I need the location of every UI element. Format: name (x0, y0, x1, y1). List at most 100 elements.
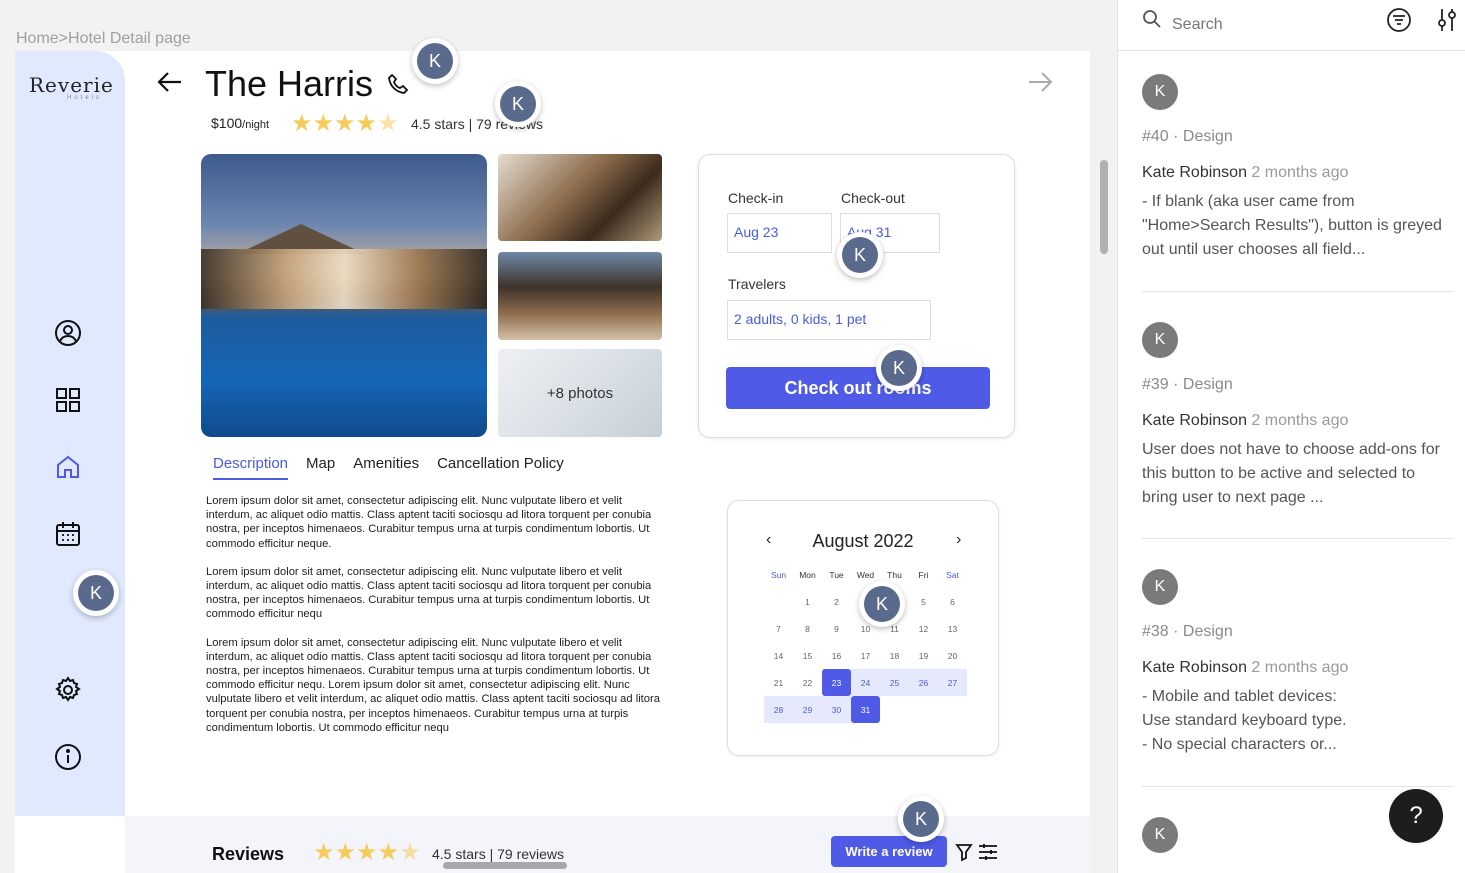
tab-description[interactable]: Description (213, 455, 289, 480)
calendar-empty-cell (938, 696, 967, 723)
comment-item[interactable]: K #39 · Design Kate Robinson 2 months ag… (1142, 322, 1454, 510)
chevron-right-icon[interactable]: › (956, 531, 961, 549)
weekday-label: Mon (799, 569, 816, 580)
booking-card: Check-in Check-out Aug 23 Aug 31 Travele… (698, 154, 1015, 438)
calendar-grid: SunMonTueWedThuFriSat1234567891011121314… (764, 561, 967, 723)
comment-pin[interactable]: K (876, 345, 922, 391)
comment-author-line: Kate Robinson 2 months ago (1142, 412, 1454, 430)
description-paragraph: Lorem ipsum dolor sit amet, consectetur … (206, 495, 652, 550)
calendar-day[interactable]: 19 (909, 642, 938, 669)
price-value: $100 (211, 115, 243, 131)
calendar-day[interactable]: 29 (793, 696, 822, 723)
avatar: K (417, 43, 453, 79)
hotel-photo-room-view[interactable] (498, 252, 662, 340)
comment-pin[interactable]: K (73, 570, 119, 616)
reviews-star-rating: ★ ★ ★ ★ ★ (313, 841, 421, 865)
calendar-empty-cell (909, 696, 938, 723)
calendar-day[interactable]: 21 (764, 669, 793, 696)
star-icon: ★ (334, 839, 357, 866)
forward-arrow-icon[interactable] (1025, 67, 1055, 102)
hotel-photo-bedroom[interactable] (498, 154, 662, 241)
calendar-day[interactable]: 20 (938, 642, 967, 669)
calendar-day[interactable]: 14 (764, 642, 793, 669)
calendar-day[interactable]: 28 (764, 696, 793, 723)
photo-building-shape (201, 249, 487, 309)
calendar-day[interactable]: 25 (880, 669, 909, 696)
avatar: K (1142, 74, 1178, 110)
calendar-day[interactable]: 17 (851, 642, 880, 669)
calendar-day[interactable]: 27 (938, 669, 967, 696)
vertical-scrollbar[interactable] (1100, 160, 1108, 254)
grid-icon[interactable] (53, 385, 83, 415)
filter-list-icon[interactable] (1386, 7, 1412, 38)
help-button[interactable]: ? (1389, 789, 1443, 843)
comment-pin[interactable]: K (859, 581, 905, 627)
search-input[interactable] (1172, 10, 1372, 40)
write-review-button[interactable]: Write a review (831, 836, 947, 867)
calendar-day[interactable]: 22 (793, 669, 822, 696)
comment-author: Kate Robinson (1142, 412, 1247, 429)
calendar-day[interactable]: 8 (793, 615, 822, 642)
logo: Reverie (29, 73, 114, 97)
divider (1142, 538, 1454, 539)
calendar-day[interactable]: 13 (938, 615, 967, 642)
home-icon[interactable] (53, 452, 83, 482)
comment-pin[interactable]: K (898, 796, 944, 842)
calendar-day[interactable]: 26 (909, 669, 938, 696)
hotel-detail-frame: Reverie Hotels The Harris $100/night ★ ★… (15, 51, 1090, 873)
reviews-title: Reviews (212, 844, 285, 864)
calendar-day[interactable]: 9 (822, 615, 851, 642)
phone-icon[interactable] (387, 73, 409, 100)
calendar-icon[interactable] (53, 519, 83, 549)
hotel-main-photo[interactable] (201, 154, 487, 437)
profile-icon[interactable] (53, 318, 83, 348)
comment-author: Kate Robinson (1142, 164, 1247, 181)
calendar-day[interactable]: 16 (822, 642, 851, 669)
check-out-rooms-button[interactable]: Check out rooms (726, 367, 990, 409)
travelers-field[interactable]: 2 adults, 0 kids, 1 pet (727, 300, 931, 340)
avatar: K (500, 86, 536, 122)
tab-amenities[interactable]: Amenities (353, 455, 419, 480)
horizontal-scrollbar[interactable] (443, 862, 567, 869)
sliders-vertical-icon[interactable] (1436, 7, 1458, 38)
calendar-day[interactable]: 7 (764, 615, 793, 642)
comment-pin[interactable]: K (495, 81, 541, 127)
comment-time: 2 months ago (1251, 412, 1349, 429)
sliders-icon[interactable] (978, 843, 998, 866)
comment-pin[interactable]: K (837, 232, 883, 278)
calendar-day[interactable]: 6 (938, 588, 967, 615)
comment-text: - Mobile and tablet devices: Use standar… (1142, 688, 1347, 753)
star-half-icon: ★ (377, 110, 399, 137)
comment-item[interactable]: K #40 · Design Kate Robinson 2 months ag… (1142, 74, 1454, 262)
calendar-day[interactable]: 15 (793, 642, 822, 669)
calendar-day[interactable]: 12 (909, 615, 938, 642)
prototype-canvas: Home>Hotel Detail page Reverie Hotels Th… (0, 0, 1117, 873)
calendar-day[interactable]: 1 (793, 588, 822, 615)
calendar-day[interactable]: 31 (851, 696, 880, 723)
info-icon[interactable] (53, 742, 83, 772)
calendar-day[interactable]: 30 (822, 696, 851, 723)
calendar-day[interactable]: 23 (822, 669, 851, 696)
back-arrow-icon[interactable] (155, 67, 185, 102)
calendar-day[interactable]: 18 (880, 642, 909, 669)
calendar-day[interactable]: 24 (851, 669, 880, 696)
weekday-label: Sun (770, 569, 787, 580)
comment-meta: #40 · Design (1142, 128, 1233, 145)
comment-time: 2 months ago (1251, 659, 1349, 676)
comment-author-line: Kate Robinson 2 months ago (1142, 164, 1454, 182)
price: $100/night (211, 115, 269, 131)
more-photos-tile[interactable]: +8 photos (498, 349, 662, 437)
calendar-day[interactable]: 2 (822, 588, 851, 615)
settings-icon[interactable] (53, 675, 83, 705)
avatar: K (864, 586, 900, 622)
tab-map[interactable]: Map (306, 455, 335, 480)
comment-item[interactable]: K #38 · Design Kate Robinson 2 months ag… (1142, 569, 1454, 757)
comment-pin[interactable]: K (412, 38, 458, 84)
filter-icon[interactable] (955, 843, 973, 866)
calendar-day[interactable]: 5 (909, 588, 938, 615)
star-icon: ★ (355, 110, 378, 137)
logo-subtitle: Hotels (67, 95, 103, 101)
tab-cancellation-policy[interactable]: Cancellation Policy (437, 455, 564, 480)
checkin-field[interactable]: Aug 23 (727, 213, 832, 253)
travelers-label: Travelers (728, 276, 786, 292)
